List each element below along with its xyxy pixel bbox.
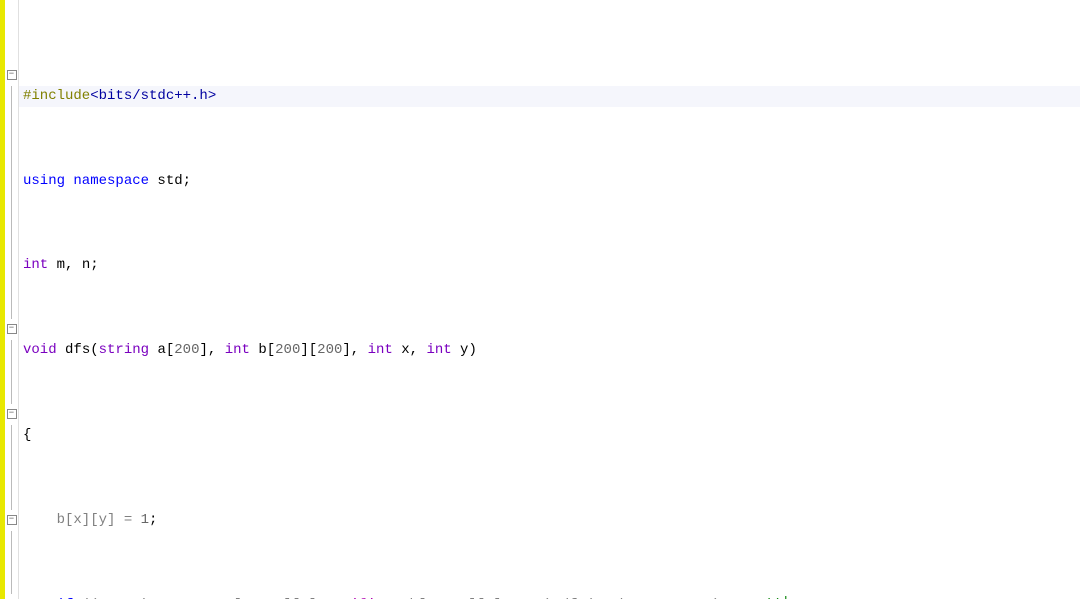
fold-guide-line [11, 340, 12, 361]
fold-gutter: − − − − [5, 0, 19, 599]
fold-guide-line [11, 298, 12, 319]
code-line: using namespace std; [23, 171, 1076, 192]
code-line: #include<bits/stdc++.h> [23, 86, 1076, 107]
code-line: b[x][y] = 1; [23, 510, 1076, 531]
fold-guide-line [11, 361, 12, 382]
code-line: if ((x - 1) >= 0 && a[x - 1][y] == '@' &… [23, 595, 1076, 599]
code-line: { [23, 425, 1076, 446]
fold-guide-line [11, 531, 12, 552]
fold-guide-line [11, 149, 12, 170]
fold-guide-line [11, 467, 12, 488]
fold-guide-line [11, 86, 12, 107]
fold-guide-line [11, 192, 12, 213]
code-line: int m, n; [23, 255, 1076, 276]
code-line: void dfs(string a[200], int b[200][200],… [23, 340, 1076, 361]
fold-guide-line [11, 276, 12, 297]
fold-toggle-icon[interactable]: − [7, 515, 17, 525]
fold-toggle-icon[interactable]: − [7, 70, 17, 80]
fold-guide-line [11, 128, 12, 149]
fold-guide-line [11, 382, 12, 403]
preprocessor: #include [23, 88, 90, 104]
fold-guide-line [11, 446, 12, 467]
include-header: <bits/stdc++.h> [90, 88, 216, 104]
fold-guide-line [11, 573, 12, 594]
fold-guide-line [11, 488, 12, 509]
fold-guide-line [11, 425, 12, 446]
fold-guide-line [11, 171, 12, 192]
fold-toggle-icon[interactable]: − [7, 409, 17, 419]
fold-guide-line [11, 213, 12, 234]
fold-guide-line [11, 552, 12, 573]
fold-guide-line [11, 234, 12, 255]
fold-toggle-icon[interactable]: − [7, 324, 17, 334]
code-editor[interactable]: #include<bits/stdc++.h> using namespace … [19, 0, 1080, 599]
fold-guide-line [11, 107, 12, 128]
fold-guide-line [11, 255, 12, 276]
